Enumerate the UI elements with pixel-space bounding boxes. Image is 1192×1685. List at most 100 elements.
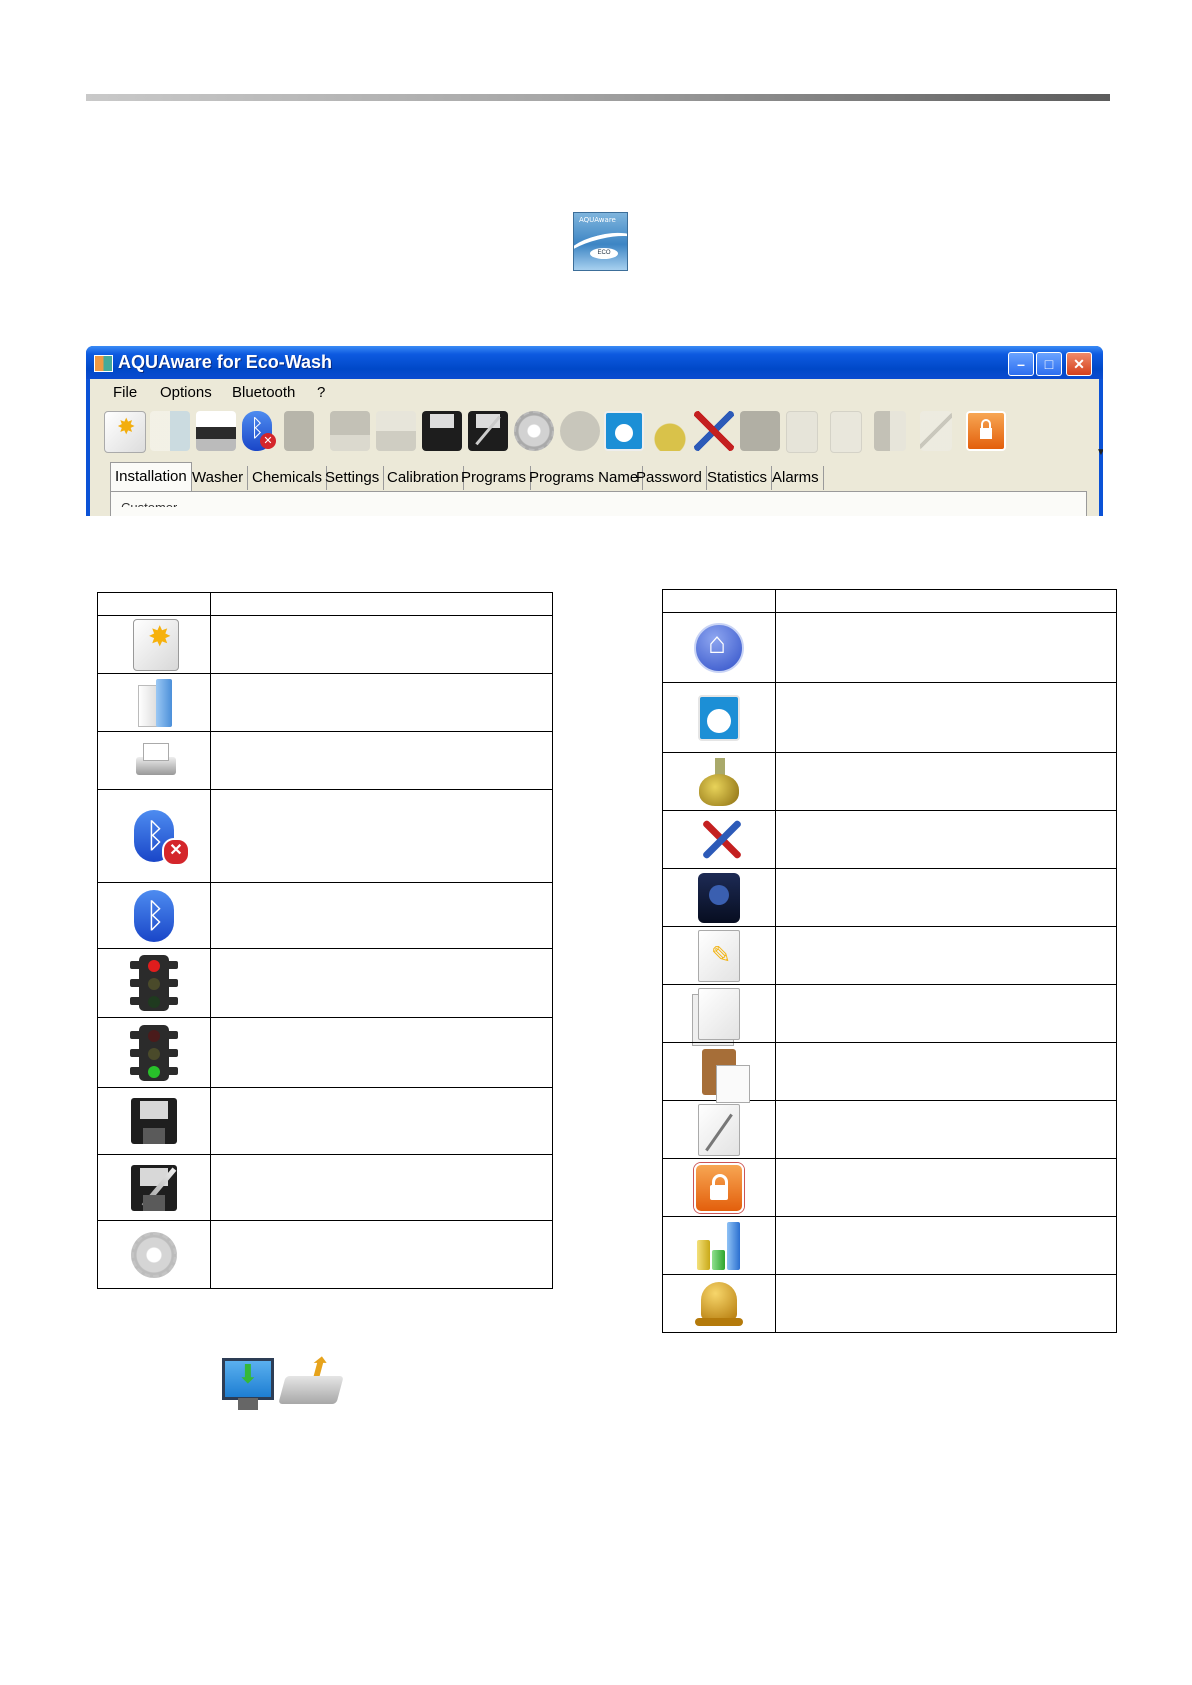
printer-icon[interactable]: [196, 411, 236, 451]
maximize-button[interactable]: □: [1036, 352, 1062, 376]
flask-icon[interactable]: [650, 411, 690, 451]
description-cell: [210, 882, 553, 949]
window-title: AQUAware for Eco-Wash: [118, 352, 333, 372]
toolbar-overflow-icon[interactable]: ▼: [1096, 447, 1103, 458]
pen-icon[interactable]: [920, 411, 952, 451]
table-row: [97, 1087, 553, 1155]
icon-cell: [662, 1100, 776, 1159]
icon-column-header: [97, 592, 211, 616]
description-cell: [210, 731, 553, 790]
lock-icon[interactable]: [966, 411, 1006, 451]
tab-calibration[interactable]: Calibration: [383, 466, 464, 490]
copy-icon[interactable]: [830, 411, 862, 453]
left-icon-table: ✕: [97, 592, 553, 1289]
menu-file[interactable]: File: [113, 384, 137, 401]
tools-icon[interactable]: [694, 411, 734, 451]
flask-icon: [693, 756, 745, 808]
table-row: [97, 1017, 553, 1088]
toolbar: ✸ ᛒ ✕ ▼: [100, 407, 1103, 458]
tab-strip: Installation Washer Chemicals Settings C…: [110, 462, 1090, 492]
tab-programs[interactable]: Programs: [457, 466, 532, 490]
description-cell: [210, 1017, 553, 1088]
tab-settings[interactable]: Settings: [321, 466, 385, 490]
table-header-row: [97, 592, 553, 616]
new-file-icon[interactable]: ✸: [104, 411, 146, 453]
menu-bluetooth[interactable]: Bluetooth: [232, 384, 295, 401]
icon-cell: [662, 868, 776, 927]
copy-icon: [692, 987, 740, 1046]
gear-icon: [131, 1231, 177, 1278]
table-row: [662, 1274, 1117, 1333]
save-icon: [131, 1098, 177, 1144]
open-folder-icon[interactable]: [150, 411, 190, 451]
title-bar[interactable]: AQUAware for Eco-Wash – □ ✕: [86, 346, 1103, 379]
table-row: [662, 1158, 1117, 1217]
pump-icon[interactable]: [740, 411, 780, 451]
installation-panel: Customer: [110, 491, 1087, 516]
minimize-button[interactable]: –: [1008, 352, 1034, 376]
description-cell: [210, 1154, 553, 1221]
description-cell: [775, 1274, 1117, 1333]
icon-cell: [97, 731, 211, 790]
description-cell: [775, 868, 1117, 927]
save-as-icon[interactable]: [468, 411, 508, 451]
tab-alarms[interactable]: Alarms: [768, 466, 824, 490]
aquaware-logo: AQUAware ECO: [573, 212, 628, 271]
description-cell: [775, 810, 1117, 869]
icon-cell: [97, 948, 211, 1018]
description-cell: [775, 1100, 1117, 1159]
pump-icon: [698, 872, 740, 923]
description-cell: [210, 948, 553, 1018]
washer-icon: [698, 694, 740, 741]
icon-cell: [662, 1274, 776, 1333]
description-column-header: [210, 592, 553, 616]
window-client-area: File Options Bluetooth ? ✸ ᛒ ✕ ▼ Install…: [90, 379, 1103, 516]
upload-icon[interactable]: [330, 411, 370, 451]
description-cell: [210, 789, 553, 883]
tab-programs-name[interactable]: Programs Name: [525, 466, 644, 490]
tab-washer[interactable]: Washer: [188, 466, 249, 490]
table-row: [97, 673, 553, 732]
bluetooth-disconnected-icon[interactable]: ᛒ ✕: [242, 411, 276, 451]
icon-cell: [662, 926, 776, 985]
tab-chemicals[interactable]: Chemicals: [248, 466, 328, 490]
icon-cell: [662, 1216, 776, 1275]
menu-help[interactable]: ?: [317, 384, 325, 401]
table-row: ✕: [97, 789, 553, 883]
washer-icon[interactable]: [604, 411, 644, 451]
upload-from-drive-icon: [278, 1376, 344, 1404]
description-cell: [775, 752, 1117, 811]
description-column-header: [775, 589, 1117, 613]
menu-options[interactable]: Options: [160, 384, 212, 401]
gear-icon[interactable]: [514, 411, 554, 451]
table-row: [662, 1100, 1117, 1159]
description-cell: [210, 673, 553, 732]
icon-cell: [97, 1220, 211, 1289]
new-file-icon: [133, 618, 179, 671]
description-cell: [775, 984, 1117, 1043]
printer-icon: [128, 735, 180, 787]
traffic-light-green-icon: [130, 1024, 178, 1081]
home-icon[interactable]: [560, 411, 600, 451]
table-row: [97, 615, 553, 674]
save-as-icon: [131, 1164, 177, 1211]
tab-statistics[interactable]: Statistics: [703, 466, 773, 490]
download-icon[interactable]: [376, 411, 416, 451]
edit-document-icon[interactable]: [786, 411, 818, 453]
table-row: [97, 1220, 553, 1289]
table-row: [662, 752, 1117, 811]
customer-groupbox-label: Customer: [121, 500, 177, 507]
app-window: AQUAware for Eco-Wash – □ ✕ File Options…: [86, 346, 1103, 516]
icon-cell: [662, 1042, 776, 1103]
tab-installation[interactable]: Installation: [110, 462, 192, 492]
save-icon[interactable]: [422, 411, 462, 451]
close-button[interactable]: ✕: [1066, 352, 1092, 376]
bluetooth-icon: [134, 889, 174, 942]
bell-icon: [693, 1278, 745, 1330]
app-icon[interactable]: [94, 355, 113, 372]
icon-cell: ✕: [97, 789, 211, 883]
paste-icon[interactable]: [874, 411, 906, 451]
tab-password[interactable]: Password: [632, 466, 707, 490]
traffic-light-icon[interactable]: [284, 411, 314, 451]
download-to-pc-icon: [222, 1358, 274, 1400]
